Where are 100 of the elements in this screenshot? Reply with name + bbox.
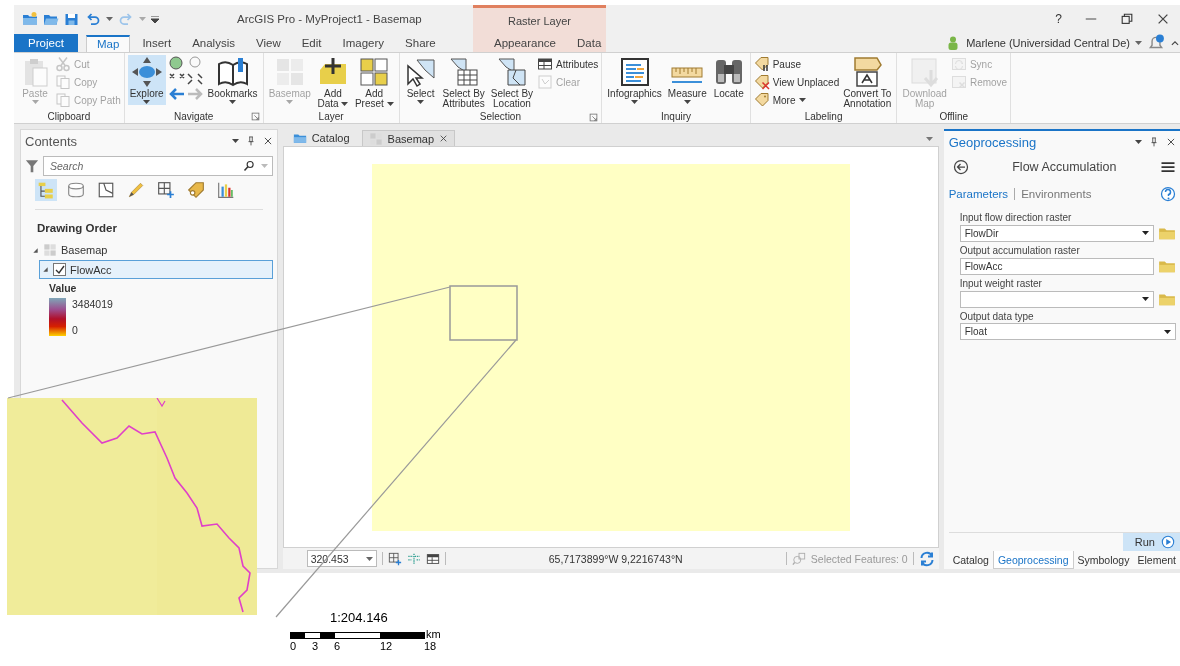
database-icon [67, 181, 85, 199]
dropdown-field[interactable]: Float [959, 323, 1176, 340]
launcher-icon[interactable] [589, 113, 599, 122]
group-title: Navigate [173, 110, 214, 122]
grid-icon [43, 243, 57, 257]
search-input[interactable]: Search [48, 159, 237, 173]
ribbon-tab[interactable]: Data [568, 34, 611, 52]
caret-icon [683, 100, 691, 104]
search-icon [242, 160, 255, 172]
layer-row[interactable]: FlowAcc [39, 260, 273, 279]
ribbon-button[interactable]: Convert To Annotation [841, 55, 894, 110]
close-icon[interactable] [262, 136, 273, 146]
dropdown-field[interactable]: FlowDir [959, 224, 1154, 242]
pan-icon [130, 56, 163, 88]
caret-icon [139, 17, 146, 21]
ribbon-button[interactable]: Select By Location [488, 55, 536, 110]
help-icon[interactable] [1160, 186, 1176, 202]
view-button[interactable] [155, 179, 177, 201]
caret-icon [106, 17, 113, 21]
input-field[interactable]: FlowAcc [959, 257, 1154, 275]
refresh-icon[interactable] [918, 550, 935, 567]
table-icon[interactable] [425, 551, 440, 566]
filter-icon[interactable] [25, 159, 39, 173]
scale-ratio: 1:204.146 [330, 610, 389, 625]
grid-add-icon[interactable] [387, 551, 402, 566]
save-icon[interactable] [64, 11, 80, 27]
pane-tab[interactable]: Element [1133, 551, 1180, 569]
ribbon-button[interactable]: Infographics [605, 55, 664, 105]
ribbon-tab[interactable]: Analysis [183, 34, 244, 52]
checkbox[interactable] [53, 263, 66, 276]
ribbon-button[interactable]: Select By Attributes [440, 55, 487, 110]
table-icon [537, 56, 554, 72]
ribbon-button[interactable]: Add Data [314, 55, 351, 110]
coordinates: 65,7173899°W 9,2216743°N [547, 552, 684, 565]
pin-icon[interactable] [1149, 137, 1159, 147]
user-account-button[interactable]: Marlene (Universidad Central De) [966, 36, 1130, 49]
group-title: Layer [318, 111, 344, 122]
ribbon-button[interactable]: Locate [710, 55, 747, 105]
download-icon [908, 56, 941, 88]
tag-cross-icon [753, 74, 770, 90]
pane-tab[interactable]: Symbology [1073, 551, 1134, 569]
search-field[interactable]: Search [43, 156, 273, 176]
restore-icon[interactable] [1120, 12, 1134, 26]
ribbon-tab[interactable]: Project [14, 34, 78, 52]
pane-tab[interactable]: Geoprocessing [992, 551, 1074, 569]
ribbon-button[interactable]: Select [402, 55, 439, 105]
ribbon-button[interactable]: Attributes [537, 56, 599, 72]
ribbon-button[interactable]: Pause [753, 56, 840, 72]
ribbon-button[interactable]: Explore [127, 55, 166, 105]
play-icon [1161, 535, 1175, 549]
ribbon-tab[interactable]: Map [86, 35, 131, 52]
customize-icon[interactable] [151, 15, 159, 23]
expand-icon[interactable] [42, 266, 49, 273]
view-button[interactable] [185, 179, 207, 201]
ribbon-button[interactable]: View Unplaced [753, 74, 840, 90]
sub-tab[interactable]: Parameters [948, 188, 1009, 200]
color-ramp [49, 298, 66, 336]
scale-field[interactable]: 320.453 [306, 550, 377, 567]
expand-icon[interactable] [32, 246, 39, 254]
ribbon-tab[interactable]: Edit [292, 34, 331, 52]
document-tab[interactable]: Catalog [286, 130, 356, 146]
caret-icon [417, 100, 425, 104]
dropdown-field[interactable] [959, 290, 1154, 308]
parameter-label: Input flow direction raster [959, 212, 1073, 223]
caret-icon [260, 164, 268, 168]
ribbon-button[interactable]: Measure [665, 55, 709, 105]
tag-icon [753, 92, 770, 108]
document-tab[interactable]: Basemap [361, 130, 456, 146]
parameter-label: Output data type [959, 311, 1035, 322]
squares-icon [358, 56, 391, 88]
launcher-icon[interactable] [250, 112, 260, 121]
ribbon-button[interactable]: More [753, 92, 840, 108]
copy-icon [55, 74, 71, 90]
help-button[interactable]: ? [1055, 12, 1062, 26]
sub-tab[interactable]: Environments [1021, 188, 1092, 200]
back-icon[interactable] [952, 159, 969, 175]
close-icon[interactable] [1156, 12, 1170, 26]
menu-icon[interactable] [1160, 159, 1176, 175]
ribbon-tab[interactable]: Imagery [333, 34, 394, 52]
caret-icon [925, 137, 933, 141]
close-icon[interactable] [439, 134, 449, 143]
scale-tick-label: 6 [334, 640, 341, 652]
new-project-icon[interactable] [22, 11, 38, 27]
run-button[interactable]: Run [1122, 533, 1180, 551]
layer-list-icon [37, 181, 55, 199]
undo-icon[interactable] [85, 11, 101, 27]
group-title: Selection [479, 111, 521, 122]
ribbon-tab[interactable]: Insert [133, 34, 181, 52]
ribbon-button[interactable]: Add Preset [352, 55, 396, 110]
ribbon-tab[interactable]: Appearance [485, 34, 566, 52]
ribbon-tab[interactable]: Share [396, 34, 445, 52]
caret-icon [229, 100, 237, 104]
ribbon-button[interactable]: Bookmarks [205, 55, 260, 105]
scale-tick-label: 0 [290, 640, 297, 652]
cursor-icon [404, 56, 437, 88]
close-icon[interactable] [1166, 137, 1176, 147]
caret-icon [1135, 40, 1142, 45]
ribbon-tab[interactable]: View [246, 34, 290, 52]
pane-tab[interactable]: Catalog [948, 551, 993, 569]
tree-item[interactable]: Basemap [61, 244, 108, 256]
